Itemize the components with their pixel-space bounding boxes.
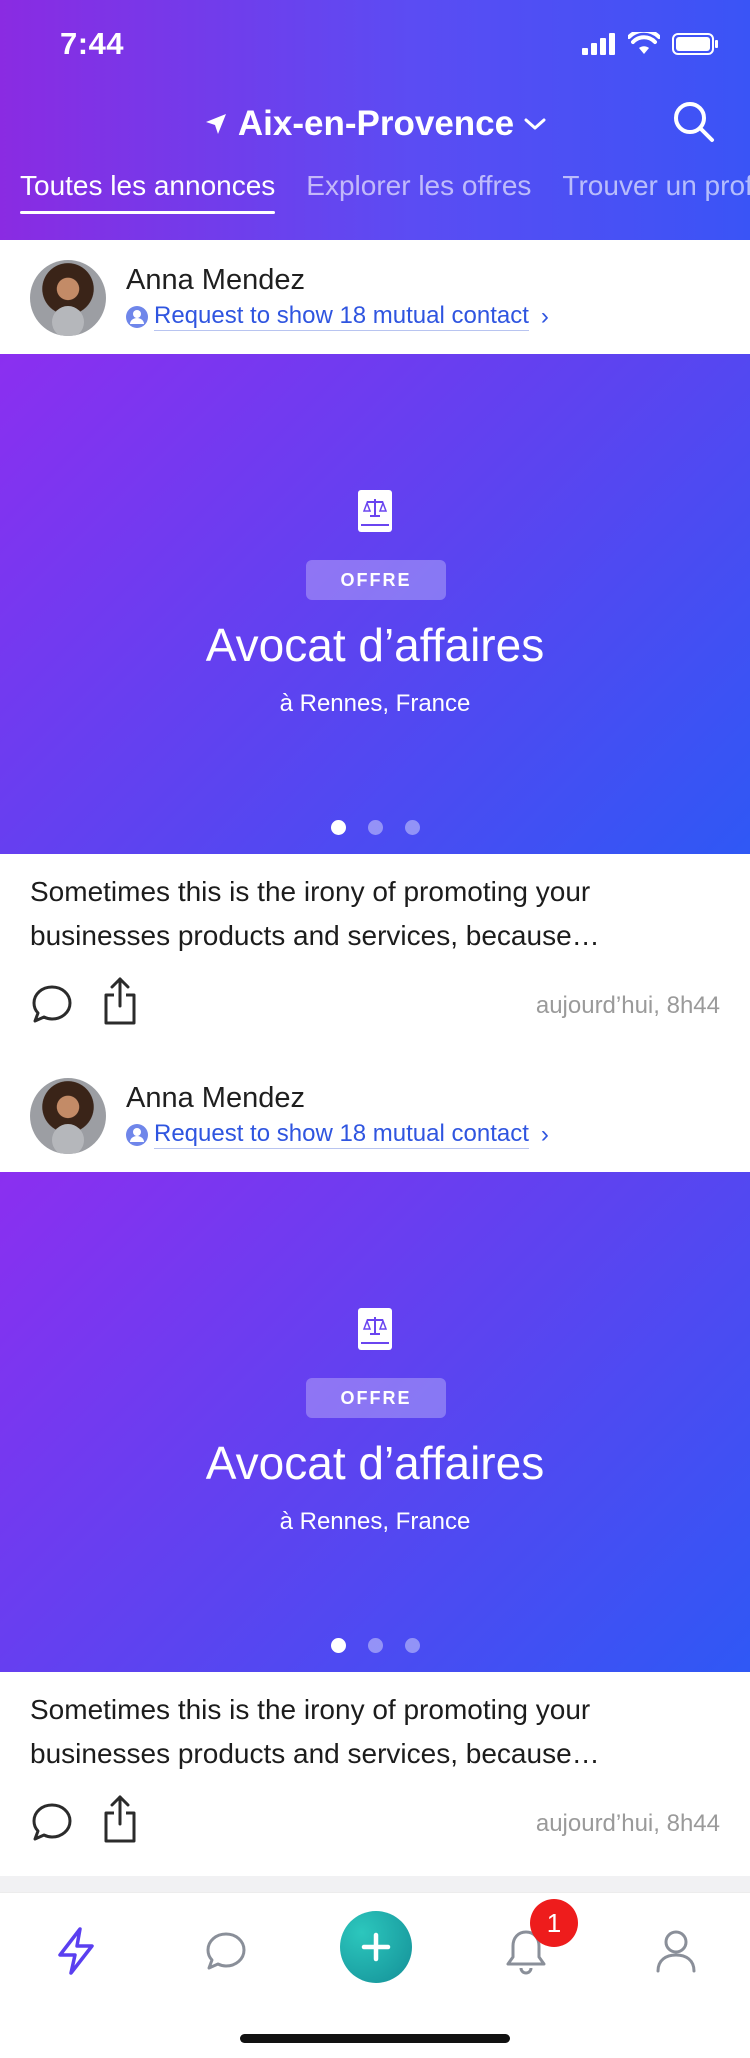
law-book-icon [358,490,392,532]
post-timestamp: aujourd’hui, 8h44 [535,992,720,1019]
feed-card: Anna Mendez Request to show 18 mutual co… [0,240,750,1058]
carousel-dot[interactable] [330,820,346,835]
chat-bubble-icon [32,985,72,1023]
carousel-dot[interactable] [330,1638,346,1653]
chat-bubble-icon [32,1803,72,1841]
plus-icon [361,1932,391,1962]
listing-location: à Rennes, France [279,690,471,717]
share-button[interactable] [102,1794,138,1844]
tab-explore-offers[interactable]: Explorer les offres [306,170,531,214]
chevron-right-icon: › [540,302,549,330]
search-button[interactable] [672,100,720,148]
author-row: Anna Mendez Request to show 18 mutual co… [0,1058,750,1172]
carousel-dot[interactable] [367,820,383,835]
listing-description: Sometimes this is the irony of promoting… [30,1694,600,1769]
law-book-icon [358,1308,392,1350]
battery-icon [672,33,718,55]
app-header: 7:44 Aix-en-Provence Toutes les annonces… [0,0,750,240]
author-name[interactable]: Anna Mendez [126,264,305,297]
share-icon [104,1795,136,1843]
listing-title: Avocat d’affaires [205,1437,545,1489]
share-icon [104,977,136,1025]
author-name[interactable]: Anna Mendez [126,1082,305,1115]
search-icon [674,102,714,142]
share-button[interactable] [102,976,138,1026]
nav-profile[interactable] [646,1921,706,1981]
listing-banner[interactable]: OFFRE Avocat d’affaires à Rennes, France [0,1172,750,1672]
status-time: 7:44 [60,26,125,61]
listing-title: Avocat d’affaires [205,619,545,671]
carousel-dot[interactable] [404,820,420,835]
author-row: Anna Mendez Request to show 18 mutual co… [0,240,750,354]
card-actions: aujourd’hui, 8h44 [0,1780,750,1876]
mutual-contacts-text[interactable]: Request to show 18 mutual contact [154,1120,529,1149]
listing-location: à Rennes, France [279,1508,471,1535]
chevron-down-icon [524,118,546,130]
location-arrow-icon [205,114,226,134]
tab-all-listings[interactable]: Toutes les annonces [20,170,276,214]
avatar[interactable] [30,1078,106,1154]
nav-messages[interactable] [196,1921,256,1981]
status-icons [582,32,720,56]
user-icon [656,1930,696,1973]
signal-icon [582,33,615,55]
comment-button[interactable] [30,1800,74,1844]
mutual-contacts-text[interactable]: Request to show 18 mutual contact [154,302,529,331]
notification-badge: 1 [530,1899,578,1947]
carousel-dots [0,1638,750,1653]
mutual-contacts-link[interactable]: Request to show 18 mutual contact › [126,302,549,331]
mutual-contacts-link[interactable]: Request to show 18 mutual contact › [126,1120,549,1149]
feed-tabs: Toutes les annonces Explorer les offres … [20,170,750,214]
carousel-dots [0,820,750,835]
listing-banner[interactable]: OFFRE Avocat d’affaires à Rennes, France [0,354,750,854]
user-circle-icon [126,305,148,328]
carousel-dot[interactable] [404,1638,420,1653]
add-listing-button[interactable] [340,1911,412,1983]
user-circle-icon [126,1123,148,1146]
tab-find-profile[interactable]: Trouver un profil [562,170,750,214]
avatar[interactable] [30,260,106,336]
listing-description: Sometimes this is the irony of promoting… [30,876,600,951]
chevron-right-icon: › [540,1120,549,1148]
home-indicator [240,2034,510,2043]
offer-badge: OFFRE [306,560,446,600]
feed-card: Anna Mendez Request to show 18 mutual co… [0,1058,750,1876]
location-selector[interactable]: Aix-en-Provence [0,96,750,152]
card-actions: aujourd’hui, 8h44 [0,962,750,1058]
post-timestamp: aujourd’hui, 8h44 [535,1810,720,1837]
bolt-icon [58,1927,94,1975]
location-label: Aix-en-Provence [237,104,515,143]
comment-button[interactable] [30,982,74,1026]
wifi-icon [628,32,660,54]
carousel-dot[interactable] [367,1638,383,1653]
nav-feed[interactable] [46,1921,106,1981]
chat-icon [206,1932,246,1970]
status-bar: 7:44 [0,0,750,88]
offer-badge: OFFRE [306,1378,446,1418]
